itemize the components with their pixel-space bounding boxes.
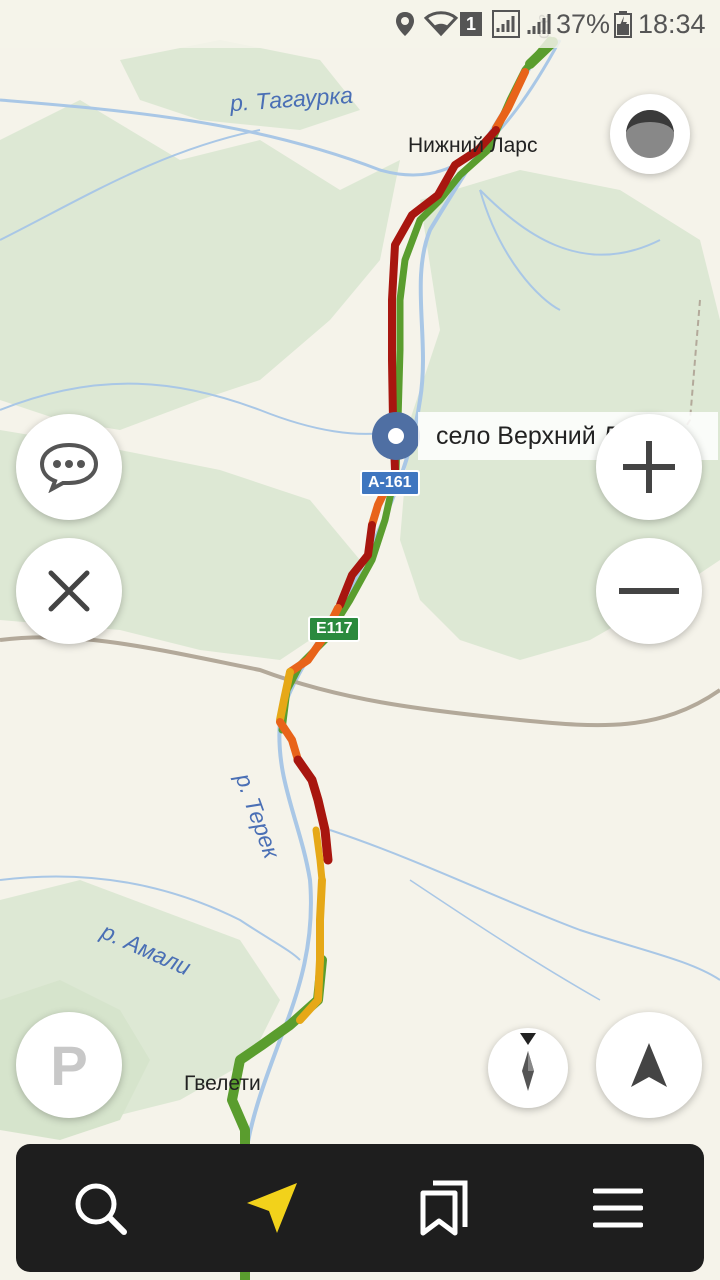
sim-badge: 1: [460, 8, 482, 40]
search-tab[interactable]: [58, 1168, 142, 1248]
route-slow-segment: [312, 826, 326, 884]
bookmarks-icon: [420, 1180, 468, 1236]
chat-button[interactable]: [16, 414, 122, 520]
plus-icon: [623, 441, 675, 493]
town-label-gveleti: Гвелети: [184, 1072, 261, 1095]
signal-icon: [526, 8, 552, 40]
river-line: [329, 829, 720, 981]
clock: 18:34: [638, 8, 706, 39]
place-pin[interactable]: [372, 412, 420, 460]
forest-area: [0, 100, 400, 430]
chat-bubble-icon: [39, 442, 99, 493]
compass-button[interactable]: [488, 1028, 568, 1108]
close-button[interactable]: [16, 538, 122, 644]
zoom-in-button[interactable]: [596, 414, 702, 520]
border-line: [0, 635, 720, 728]
town-label-nizhny-lars: Нижний Ларс: [408, 134, 538, 157]
route-heavy-segment: [492, 68, 529, 132]
layers-button[interactable]: [610, 94, 690, 174]
river-line: [409, 879, 601, 1001]
road-shield-e117: E117: [308, 616, 361, 642]
zoom-out-button[interactable]: [596, 538, 702, 644]
bottom-nav-bar: [16, 1144, 704, 1272]
my-location-button[interactable]: [596, 1012, 702, 1118]
bookmarks-tab[interactable]: [402, 1168, 486, 1248]
battery-percent: 37%: [556, 8, 611, 39]
layers-icon: [626, 110, 674, 158]
wifi-icon: [424, 8, 458, 40]
compass-icon: [520, 1033, 536, 1091]
minus-icon: [619, 588, 679, 594]
menu-tab[interactable]: [576, 1168, 660, 1248]
battery-icon: [614, 8, 632, 40]
menu-icon: [593, 1188, 643, 1228]
close-icon: [48, 570, 90, 612]
navigation-arrow-icon: [247, 1183, 297, 1233]
status-bar: 1 37% 18:34: [0, 0, 720, 48]
navigation-arrow-icon: [631, 1043, 667, 1087]
search-icon: [75, 1183, 127, 1235]
signal-icon: [492, 8, 520, 40]
location-icon: [394, 8, 416, 40]
road-shield-a161: А-161: [360, 470, 420, 496]
navigator-tab[interactable]: [230, 1168, 314, 1248]
parking-button[interactable]: P: [16, 1012, 122, 1118]
parking-icon: P: [50, 1033, 88, 1097]
route-heavy-segment: [276, 718, 302, 764]
